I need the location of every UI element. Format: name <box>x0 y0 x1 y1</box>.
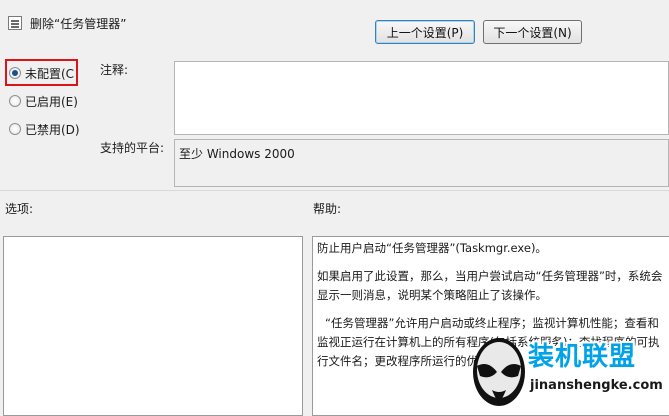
radio-not-configured[interactable]: 未配置(C <box>9 63 74 83</box>
radio-disabled-label: 已禁用(D) <box>25 122 80 137</box>
radio-button-icon[interactable] <box>9 67 21 79</box>
platform-field: 至少 Windows 2000 <box>174 139 669 187</box>
watermark-url: jinanshengke.com <box>530 378 663 393</box>
policy-icon <box>8 16 22 30</box>
comment-field[interactable] <box>174 61 669 135</box>
next-setting-button[interactable]: 下一个设置(N) <box>483 20 582 44</box>
previous-setting-button[interactable]: 上一个设置(P) <box>375 20 475 44</box>
options-label: 选项: <box>5 202 34 216</box>
radio-button-icon[interactable] <box>9 123 21 135</box>
comment-label: 注释: <box>100 63 129 77</box>
section-divider <box>0 190 669 191</box>
platform-label: 支持的平台: <box>100 141 165 155</box>
watermark-brand: 装机联盟 <box>528 342 637 372</box>
help-paragraph: 防止用户启动“任务管理器”(Taskmgr.exe)。 <box>317 241 547 255</box>
radio-enabled-label: 已启用(E) <box>25 94 78 109</box>
alien-logo-icon <box>473 338 525 406</box>
radio-enabled[interactable]: 已启用(E) <box>9 91 78 111</box>
window-title: 删除“任务管理器” <box>30 17 127 31</box>
help-label: 帮助: <box>313 202 342 216</box>
help-paragraph: 如果启用了此设置，那么，当用户尝试启动“任务管理器”时，系统会显示一则消息，说明… <box>317 269 663 302</box>
options-pane <box>3 236 303 416</box>
radio-disabled[interactable]: 已禁用(D) <box>9 119 80 139</box>
radio-button-icon[interactable] <box>9 95 21 107</box>
radio-not-configured-label: 未配置(C <box>25 66 75 81</box>
